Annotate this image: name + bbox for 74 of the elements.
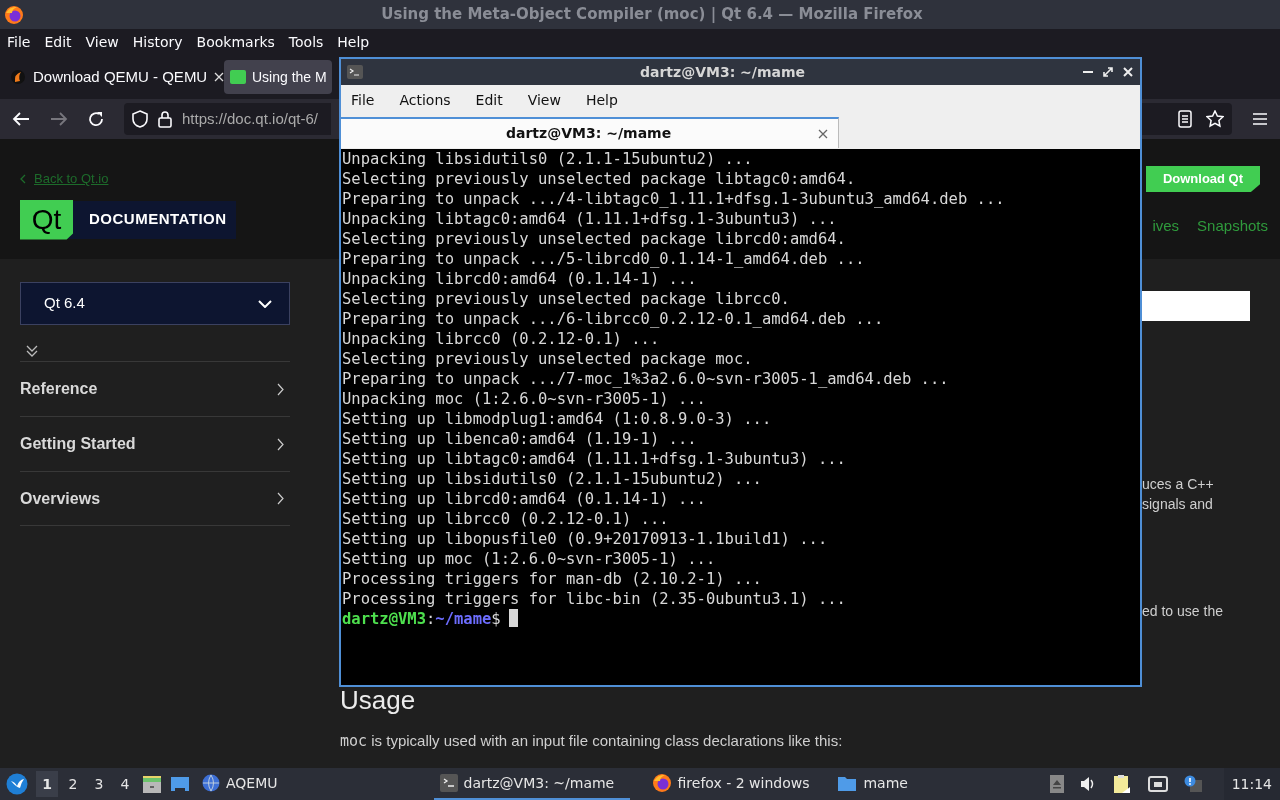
menu-item[interactable]: Edit [475, 89, 503, 111]
forward-arrow-icon [50, 111, 68, 127]
terminal-icon [347, 65, 363, 79]
section-heading: Usage [340, 683, 417, 716]
star-icon[interactable] [1206, 110, 1224, 128]
text-cursor [508, 609, 518, 627]
reload-icon[interactable] [88, 111, 104, 127]
network-icon[interactable] [1147, 775, 1168, 793]
workspace-button[interactable]: 4 [114, 771, 136, 797]
menu-item[interactable]: Actions [399, 89, 451, 111]
launcher-button[interactable]: AQEMU [196, 768, 284, 800]
sidebar-item[interactable]: Overviews [20, 471, 290, 526]
chevron-down-icon [258, 299, 272, 308]
search-field[interactable] [1141, 291, 1250, 321]
menu-item[interactable]: View [527, 89, 561, 111]
flame-icon [10, 69, 26, 85]
chevron-right-icon [277, 437, 284, 451]
menu-item[interactable]: Help [337, 31, 370, 53]
paragraph: moc is typically used with an input file containing class declarations like this: [340, 730, 844, 752]
firefox-icon [4, 4, 24, 25]
maximize-icon[interactable] [1102, 66, 1114, 78]
nav-link[interactable]: ives [1152, 215, 1180, 238]
chevron-left-icon [20, 173, 26, 184]
nav-link[interactable]: Snapshots [1197, 215, 1268, 238]
address-bar[interactable]: https://doc.qt.io/qt-6/ [124, 103, 331, 135]
taskbar-button[interactable]: mame [831, 768, 914, 800]
chevron-right-icon [277, 382, 284, 396]
double-chevron-icon[interactable] [26, 345, 38, 357]
eject-icon[interactable] [1049, 775, 1064, 793]
terminal-icon [439, 774, 458, 792]
menu-item[interactable]: Tools [288, 31, 324, 53]
menu-item[interactable]: Help [585, 89, 618, 111]
sidebar-item[interactable]: Reference [20, 361, 290, 416]
terminal-tab[interactable]: dartz@VM3: ~/mame [341, 117, 839, 148]
shield-icon[interactable] [132, 110, 148, 128]
reader-view-icon[interactable] [1178, 110, 1192, 128]
sidebar-item[interactable]: Getting Started [20, 416, 290, 471]
taskbar-button[interactable]: dartz@VM3: ~/mame [433, 768, 630, 800]
browser-tab[interactable]: Download QEMU - QEMU [4, 60, 222, 94]
menu-item[interactable]: History [132, 31, 183, 53]
workspace-button[interactable]: 1 [36, 771, 58, 797]
start-menu-icon[interactable] [6, 773, 28, 795]
menu-item[interactable]: Edit [44, 31, 72, 53]
menu-item[interactable]: File [7, 31, 31, 53]
text-fragment: uces a C++ [1142, 475, 1215, 494]
globe-icon [202, 774, 220, 792]
terminal-output: Unpacking libsidutils0 (2.1.1-15ubuntu2) ... Selecting previously unselected package libtagc0:amd64. Preparing to unpack .../4-libtagc0_1.11.1+dfsg.1-3ubuntu3_amd64.deb ... Unpacking libtagc0:amd64 (1.11.1+dfsg.1-3ubuntu3) ... Selecting previously unselected package librcd0:amd64. Preparing to unpack .../5-librcd0_0.1.14-1_amd64.deb ... Unpacking librcd0:amd64 (0.1.14-1) ... Selecting previously unselected package librcc0. Preparing to unpack .../6-librcc0_0.2.12-0.1_amd64.deb ... Unpacking librcc0 (0.2.12-0.1) ... Selecting previously unselected package moc. Preparing to unpack .../7-moc_1%3a2.6.0~svn-r3005-1_amd64.deb ... Unpacking moc (1:2.6.0~svn-r3005-1) ... Setting up libmodplug1:amd64 (1:0.8.9.0-3) ... Setting up libenca0:amd64 (1.19-1) ... Setting up libtagc0:amd64 (1.11.1+dfsg.1-3ubuntu3) ... Setting up libsidutils0 (2.1.1-15ubuntu2) ... Setting up librcd0:amd64 (0.1.14-1) ... Setting up librcc0 (0.2.12-0.1) ... Setting up libopusfile0 (0.9+20170913-1.1build1) ... Setting up moc (1:2.6.0~svn-r3005-1) ... Processing triggers for man-db (2.10.2-1) ... Processing triggers for libc-bin (2.35-0ubuntu3.1) ... dartz@VM3:~/mame$ [341, 149, 1140, 685]
workspace-button[interactable]: 2 [62, 771, 84, 797]
menu-item[interactable]: View [85, 31, 119, 53]
close-icon[interactable] [818, 128, 828, 139]
notification-icon[interactable] [1183, 775, 1202, 793]
folder-icon [837, 774, 858, 792]
window-title: Using the Meta-Object Compiler (moc) | Qt 6.4 — Mozilla Firefox [380, 4, 924, 26]
menu-item[interactable]: Bookmarks [196, 31, 275, 53]
workspace-button[interactable]: 3 [88, 771, 110, 797]
clipboard-icon[interactable] [1111, 774, 1132, 794]
text-fragment: signals and [1142, 495, 1214, 514]
volume-icon[interactable] [1079, 776, 1096, 792]
text-fragment: ed to use the [1142, 602, 1224, 621]
chevron-right-icon [277, 492, 284, 505]
qt-logo-icon [230, 70, 246, 84]
back-arrow-icon[interactable] [12, 111, 30, 127]
taskbar-button[interactable]: firefox - 2 windows [645, 768, 816, 800]
file-cabinet-icon[interactable] [142, 774, 162, 794]
version-select[interactable]: Qt 6.4 [20, 282, 290, 325]
lock-icon [158, 110, 172, 128]
menu-icon[interactable] [1252, 112, 1268, 126]
documentation-logo[interactable]: Qt DOCUMENTATION [20, 200, 236, 239]
window-title: dartz@VM3: ~/mame [638, 62, 807, 82]
menu-item[interactable]: File [351, 89, 375, 111]
clock[interactable]: 11:14 [1223, 768, 1280, 800]
firefox-icon [651, 773, 672, 793]
browser-tab[interactable]: Using the M [224, 60, 332, 94]
window-icon[interactable] [170, 774, 190, 794]
